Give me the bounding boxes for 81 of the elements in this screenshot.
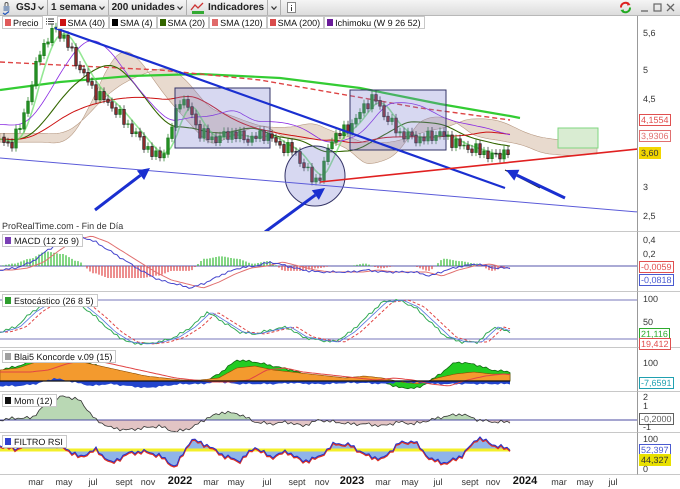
indicators-dropdown[interactable] bbox=[268, 0, 282, 15]
value-label: -7,6591 bbox=[639, 377, 674, 389]
axis-label: mar bbox=[28, 477, 44, 487]
value-label: -0,0059 bbox=[639, 261, 674, 273]
axis-label: 4,5 bbox=[642, 94, 656, 104]
source-label: ProRealTime.com - Fin de Día bbox=[2, 221, 124, 231]
axis-label: may bbox=[56, 477, 72, 487]
axis-label: 0 bbox=[643, 464, 648, 474]
axis-label: -1 bbox=[643, 422, 652, 432]
caret-icon bbox=[98, 6, 105, 10]
axis-label: jul bbox=[88, 477, 98, 487]
chart-icon bbox=[190, 0, 206, 14]
axis-label: nov bbox=[140, 477, 156, 487]
axis-label: nov bbox=[486, 477, 500, 487]
value-label: 4,1554 bbox=[639, 114, 671, 126]
value-label: 3,60 bbox=[639, 147, 661, 159]
maximize-button[interactable] bbox=[651, 1, 664, 14]
axis-label: 5 bbox=[642, 65, 648, 75]
close-button[interactable] bbox=[664, 1, 677, 14]
close-icon bbox=[666, 3, 675, 12]
axis-label: 100 bbox=[642, 358, 658, 368]
axis-label: sept bbox=[116, 477, 132, 487]
axis-label: jul bbox=[608, 477, 618, 487]
axis-label: 50 bbox=[642, 317, 654, 327]
value-label: 44,327 bbox=[639, 454, 671, 466]
axis-label: 100 bbox=[642, 434, 658, 444]
arrow bbox=[506, 170, 566, 200]
axis-label: mar bbox=[203, 477, 219, 487]
axis-label: may bbox=[576, 477, 594, 487]
minimize-icon bbox=[641, 10, 648, 12]
caret-icon bbox=[38, 6, 44, 10]
axis-label: 0,4 bbox=[642, 235, 656, 245]
legend-item[interactable]: SMA (120) bbox=[209, 16, 267, 29]
lock-icon[interactable] bbox=[2, 0, 11, 14]
units-dropdown[interactable]: 200 unidades bbox=[108, 0, 187, 15]
axis-label: jul bbox=[262, 477, 272, 487]
legend-item[interactable]: SMA (20) bbox=[156, 16, 210, 29]
info-icon[interactable] bbox=[287, 2, 296, 13]
axis-label: may bbox=[402, 477, 418, 487]
legend-item[interactable]: SMA (200) bbox=[266, 16, 324, 29]
axis-label: 2022 bbox=[168, 475, 192, 487]
axis-label: 2 bbox=[642, 392, 648, 402]
axis-label: 0,2 bbox=[642, 249, 656, 259]
axis-label: 5,6 bbox=[642, 28, 656, 38]
legend-item[interactable]: SMA (4) bbox=[109, 16, 157, 29]
caret-icon bbox=[271, 6, 278, 10]
axis-label: 100 bbox=[642, 294, 658, 304]
axis-label: jul bbox=[434, 477, 442, 487]
refresh-icon[interactable] bbox=[619, 1, 632, 14]
indicator-label[interactable]: MACD (12 26 9) bbox=[2, 234, 84, 247]
legend-item[interactable]: SMA (40) bbox=[56, 16, 110, 29]
maximize-icon bbox=[653, 3, 662, 12]
indicators-button[interactable]: Indicadores bbox=[186, 0, 268, 15]
arrow bbox=[94, 168, 150, 212]
axis-label: 2024 bbox=[512, 475, 538, 487]
axis-label: mar bbox=[551, 477, 567, 487]
caret-icon bbox=[176, 6, 183, 10]
value-label: -0,2000 bbox=[639, 413, 674, 425]
indicator-label[interactable]: Estocástico (26 8 5) bbox=[2, 294, 98, 307]
legend-item[interactable]: Precio bbox=[2, 16, 43, 29]
axis-label: nov bbox=[314, 477, 330, 487]
legend-item[interactable]: Ichimoku (W 9 26 52) bbox=[324, 16, 425, 29]
value-label: -0,0818 bbox=[639, 274, 674, 286]
highlight-circle bbox=[284, 146, 346, 206]
axis-label: 2,5 bbox=[642, 211, 656, 221]
axis-label: mar bbox=[375, 477, 391, 487]
axis-label: 1 bbox=[642, 401, 648, 411]
value-label: 3,9306 bbox=[639, 130, 671, 142]
symbol-dropdown[interactable]: GSJ bbox=[13, 0, 48, 15]
value-label: 19,412 bbox=[639, 338, 671, 350]
indicator-label[interactable]: Blai5 Koncorde v.09 (15) bbox=[2, 350, 116, 363]
indicator-label[interactable]: FILTRO RSI bbox=[2, 435, 67, 448]
axis-label: 2023 bbox=[340, 475, 364, 487]
indicator-label[interactable]: Mom (12) bbox=[2, 394, 57, 407]
list-icon[interactable] bbox=[44, 16, 55, 27]
axis-label: sept bbox=[462, 477, 478, 487]
arrow bbox=[264, 188, 325, 231]
axis-label: may bbox=[228, 477, 244, 487]
axis-label: sept bbox=[288, 477, 306, 487]
period-dropdown[interactable]: 1 semana bbox=[48, 0, 109, 15]
axis-label: 3 bbox=[642, 182, 648, 192]
